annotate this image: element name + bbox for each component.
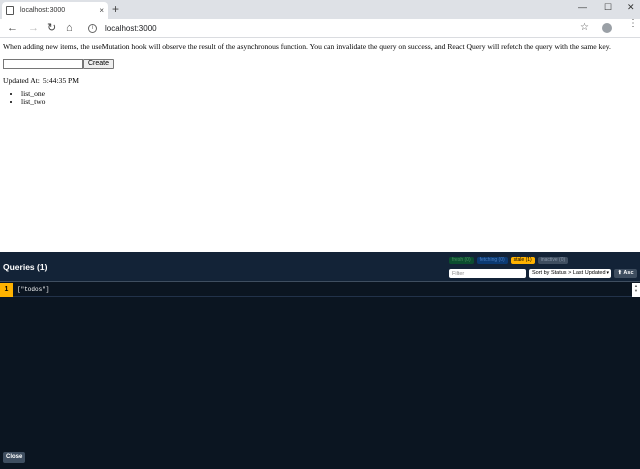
- inactive-badge: inactive (0): [537, 257, 569, 264]
- queries-title: Queries (1): [3, 262, 48, 272]
- document-icon: [6, 6, 14, 15]
- browser-tab[interactable]: localhost:3000 ×: [2, 2, 108, 19]
- sort-direction-button[interactable]: ⬆ Asc: [614, 269, 637, 278]
- fresh-badge: fresh (0): [449, 257, 474, 264]
- maximize-button[interactable]: ☐: [604, 2, 612, 13]
- query-key: ["todos"]: [17, 286, 50, 293]
- fetching-badge: fetching (0): [476, 257, 508, 264]
- sort-select[interactable]: Sort by Status > Last Updated ▾: [529, 269, 611, 278]
- reload-button[interactable]: ↻: [47, 21, 56, 35]
- scroll-down-icon[interactable]: ▼: [632, 288, 640, 293]
- devtools-header: Queries (1) fresh (0) fetching (0) stale…: [0, 252, 640, 282]
- list-item: list_two: [21, 98, 637, 106]
- scrollbar[interactable]: ▲ ▼: [632, 283, 640, 297]
- more-vertical-icon[interactable]: ⋮: [628, 19, 638, 29]
- status-badges: fresh (0) fetching (0) stale (1) inactiv…: [449, 257, 571, 264]
- devtools-panel: Queries (1) fresh (0) fetching (0) stale…: [0, 252, 640, 469]
- info-icon[interactable]: i: [88, 23, 97, 33]
- stale-badge: stale (1): [510, 257, 535, 264]
- description-text: When adding new items, the useMutation h…: [3, 42, 611, 51]
- window-close-button[interactable]: ✕: [627, 2, 635, 13]
- home-button[interactable]: ⌂: [66, 21, 73, 35]
- browser-toolbar: ← → ↻ ⌂ i localhost:3000 ☆ ⋮: [0, 19, 640, 38]
- updated-label: Updated At:: [3, 76, 40, 85]
- filter-input[interactable]: [449, 269, 526, 278]
- observer-count: 1: [0, 283, 13, 297]
- tab-close-icon[interactable]: ×: [99, 6, 104, 15]
- new-tab-button[interactable]: +: [112, 3, 119, 15]
- star-icon[interactable]: ☆: [580, 22, 589, 33]
- updated-at: Updated At: 5:44:35 PM: [3, 76, 637, 86]
- todo-list: list_one list_two: [21, 90, 637, 106]
- tab-strip: localhost:3000 × + — ☐ ✕: [0, 0, 640, 19]
- forward-button[interactable]: →: [28, 21, 39, 35]
- list-item: list_one: [21, 90, 637, 98]
- sort-label: Sort by Status > Last Updated: [532, 270, 606, 276]
- address-bar[interactable]: i localhost:3000: [88, 20, 598, 36]
- url-text[interactable]: localhost:3000: [105, 24, 157, 33]
- updated-time: 5:44:35 PM: [42, 76, 79, 85]
- page-content: When adding new items, the useMutation h…: [3, 42, 637, 106]
- todo-input[interactable]: [3, 59, 83, 69]
- back-button[interactable]: ←: [7, 21, 18, 35]
- tab-title: localhost:3000: [20, 7, 66, 14]
- add-todo-form: Create: [3, 59, 637, 69]
- chevron-down-icon: ▾: [606, 270, 609, 276]
- create-button[interactable]: Create: [83, 59, 115, 69]
- query-row[interactable]: 1 ["todos"]: [0, 283, 632, 297]
- minimize-button[interactable]: —: [578, 2, 587, 12]
- avatar-icon[interactable]: [602, 23, 612, 33]
- close-devtools-button[interactable]: Close: [3, 452, 26, 463]
